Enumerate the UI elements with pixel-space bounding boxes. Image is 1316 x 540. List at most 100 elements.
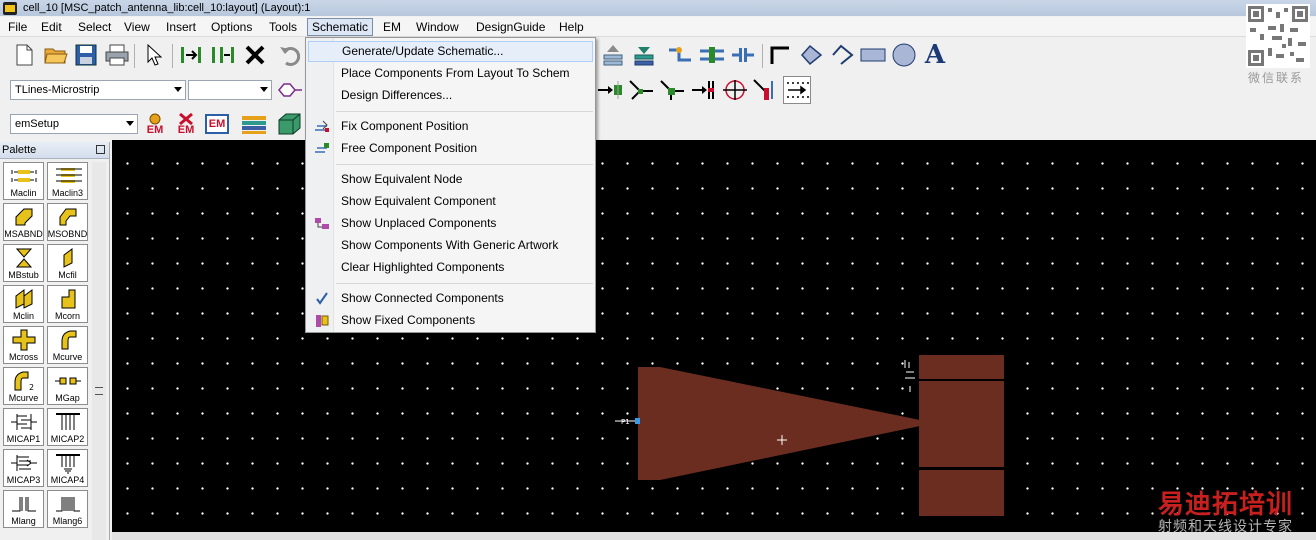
component-palette: Palette Maclin Maclin3 MSABND MSOBND MBs… [0,142,110,540]
palette-item[interactable]: MICAP3 [3,449,44,487]
palette-item[interactable]: Maclin [3,162,44,200]
free-position-icon [315,143,329,153]
schematic-menu-dropdown: Generate/Update Schematic... Place Compo… [305,37,596,333]
menu-tools[interactable]: Tools [265,18,301,36]
polyline-icon[interactable] [828,41,856,69]
menu-item-show-generic-artwork[interactable]: Show Components With Generic Artwork [308,235,593,256]
menu-item-clear-highlighted[interactable]: Clear Highlighted Components [308,257,593,278]
window-title: cell_10 [MSC_patch_antenna_lib:cell_10:l… [23,2,311,14]
snap-port-icon[interactable] [596,76,624,104]
palette-item[interactable]: Maclin3 [47,162,88,200]
menu-em[interactable]: EM [379,18,405,36]
menu-designguide[interactable]: DesignGuide [472,18,549,36]
palette-item[interactable]: Mcurve [47,326,88,364]
palette-item[interactable]: MICAP2 [47,408,88,446]
tapered-feed-line[interactable] [638,367,920,480]
menu-edit[interactable]: Edit [37,18,66,36]
app-icon [3,1,17,15]
palette-item[interactable]: MBstub [3,244,44,282]
menu-view[interactable]: View [120,18,154,36]
palette-header: Palette [0,142,109,159]
open-folder-icon[interactable] [42,41,70,69]
palette-undock-icon[interactable] [96,145,105,154]
em-setup-select[interactable]: emSetup [10,114,138,134]
menu-item-show-connected-components[interactable]: Show Connected Components [308,288,593,309]
snap-edge-icon[interactable] [690,76,718,104]
menu-schematic[interactable]: Schematic [307,18,374,36]
menu-item-free-component-position[interactable]: Free Component Position [308,138,593,159]
menu-item-show-equivalent-node[interactable]: Show Equivalent Node [308,169,593,190]
delete-icon[interactable] [241,41,269,69]
patch-middle-segment[interactable] [919,381,1004,467]
connect-icon[interactable] [698,41,726,69]
palette-item[interactable]: MGap [47,367,88,405]
menu-item-show-fixed-components[interactable]: Show Fixed Components [308,310,593,331]
em-stop-label: EM [177,123,195,136]
watermark-slogan: 射频和天线设计专家 [1158,518,1293,534]
3d-view-icon[interactable] [275,110,303,138]
menu-file[interactable]: File [4,18,31,36]
disconnect-icon[interactable] [729,41,757,69]
undo-icon[interactable] [275,41,303,69]
route-icon[interactable] [666,41,694,69]
print-icon[interactable] [103,41,131,69]
palette-item[interactable]: Mlang6 [47,490,88,528]
palette-item[interactable]: MSOBND [47,203,88,241]
menu-item-show-unplaced-components[interactable]: Show Unplaced Components [308,213,593,234]
layer-up-icon[interactable] [599,41,627,69]
palette-item[interactable]: Mlang [3,490,44,528]
menu-options[interactable]: Options [207,18,256,36]
rectangle-icon[interactable] [859,41,887,69]
palette-title: Palette [2,144,37,156]
menu-item-show-equivalent-component[interactable]: Show Equivalent Component [308,191,593,212]
save-icon[interactable] [72,41,100,69]
port-marker[interactable] [635,418,640,424]
menu-insert[interactable]: Insert [162,18,200,36]
snap-vertex-icon[interactable] [627,76,655,104]
patch-top-segment[interactable] [919,355,1004,379]
palette-item[interactable]: MSABND [3,203,44,241]
snap-intersection-icon[interactable] [752,76,780,104]
palette-item[interactable]: Mclin [3,285,44,323]
layer-down-icon[interactable] [630,41,658,69]
menu-item-place-components-from-layout[interactable]: Place Components From Layout To Schem [308,63,593,84]
snap-midpoint-icon[interactable] [658,76,686,104]
menu-select[interactable]: Select [74,18,115,36]
em-simulate-icon[interactable]: EM [141,110,169,138]
component-name-select[interactable] [188,80,272,100]
snap-grid-icon[interactable] [783,76,811,104]
palette-scrollbar[interactable] [92,162,106,540]
trace-icon[interactable] [767,41,795,69]
move-component-icon[interactable] [177,41,205,69]
component-library-select[interactable]: TLines-Microstrip [10,80,186,100]
text-tool-icon[interactable]: A [921,40,949,70]
insert-port-icon[interactable] [276,76,304,104]
select-pointer-icon[interactable] [140,41,168,69]
main-toolbar: A [0,38,1240,72]
palette-item[interactable]: MICAP4 [47,449,88,487]
palette-item[interactable]: Mcross [3,326,44,364]
menu-item-fix-component-position[interactable]: Fix Component Position [308,116,593,137]
palette-item[interactable]: Mcfil [47,244,88,282]
new-icon[interactable] [10,41,38,69]
substrate-icon[interactable] [240,110,268,138]
em-setup-icon[interactable]: EM [203,110,231,138]
menu-item-design-differences[interactable]: Design Differences... [308,85,593,106]
polygon-icon[interactable] [797,41,825,69]
menu-bar: File Edit Select View Insert Options Too… [0,17,1316,37]
snap-center-icon[interactable] [721,76,749,104]
align-component-icon[interactable] [209,41,237,69]
circle-icon[interactable] [890,41,918,69]
layout-canvas[interactable]: P1 [112,140,1316,532]
qr-code-image [1246,4,1310,68]
palette-item[interactable]: 2 Mcurve [3,367,44,405]
palette-item[interactable]: MICAP1 [3,408,44,446]
menu-help[interactable]: Help [555,18,588,36]
em-setup-value: emSetup [15,118,60,130]
palette-item[interactable]: Mcorn [47,285,88,323]
menu-item-generate-update-schematic[interactable]: Generate/Update Schematic... [308,41,593,62]
patch-bottom-segment[interactable] [919,470,1004,516]
menu-window[interactable]: Window [412,18,463,36]
em-stop-icon[interactable]: EM [172,110,200,138]
em-toolbar: emSetup EM EM EM [0,108,1240,140]
